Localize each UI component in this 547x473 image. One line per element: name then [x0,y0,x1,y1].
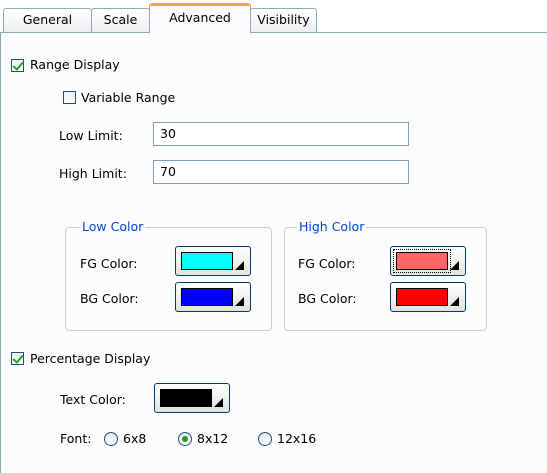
percentage-display-checkbox[interactable] [11,352,24,365]
range-display-checkbox[interactable] [11,59,24,72]
font-radio-6x8[interactable] [104,432,118,446]
dropdown-arrow-icon [450,261,459,270]
high-limit-input[interactable]: 70 [153,160,409,184]
dropdown-arrow-icon [235,297,244,306]
tab-scale[interactable]: Scale [91,8,150,32]
low-fg-color-button[interactable] [175,246,251,276]
percentage-display-label[interactable]: Percentage Display [30,351,150,366]
low-bg-color-label: BG Color: [80,291,139,306]
dropdown-arrow-icon [235,261,244,270]
tab-general[interactable]: General [3,8,92,32]
tab-bar: General Scale Visibility Advanced [0,0,547,33]
tab-visibility[interactable]: Visibility [250,8,317,32]
high-fg-color-button[interactable] [390,246,466,276]
dropdown-arrow-icon [450,297,459,306]
low-bg-color-swatch [181,288,233,306]
low-fg-color-swatch [181,252,233,270]
high-limit-label: High Limit: [59,166,127,181]
font-radio-8x12[interactable] [178,432,192,446]
low-fg-color-label: FG Color: [80,256,138,271]
font-option-8x12-label[interactable]: 8x12 [197,431,228,446]
variable-range-label[interactable]: Variable Range [81,90,175,105]
high-bg-color-label: BG Color: [298,291,357,306]
low-limit-label: Low Limit: [59,128,123,143]
low-color-title: Low Color [80,219,146,234]
advanced-panel: Range Display Variable Range Low Limit: … [0,32,547,473]
low-color-group [65,227,272,331]
tab-advanced[interactable]: Advanced [149,3,251,33]
text-color-button[interactable] [154,383,230,413]
high-fg-color-label: FG Color: [298,256,356,271]
low-bg-color-button[interactable] [175,282,251,312]
high-bg-color-button[interactable] [390,282,466,312]
variable-range-checkbox[interactable] [63,91,76,104]
low-limit-input[interactable]: 30 [153,122,409,146]
high-bg-color-swatch [396,288,448,306]
dropdown-arrow-icon [214,398,223,407]
high-color-group [284,227,487,331]
font-option-6x8-label[interactable]: 6x8 [123,431,146,446]
font-option-12x16-label[interactable]: 12x16 [277,431,316,446]
high-fg-color-swatch [393,249,451,273]
range-display-label[interactable]: Range Display [30,57,120,72]
text-color-label: Text Color: [60,392,126,407]
font-radio-12x16[interactable] [258,432,272,446]
text-color-swatch [160,389,212,407]
font-label: Font: [60,431,92,446]
high-color-title: High Color [297,219,367,234]
